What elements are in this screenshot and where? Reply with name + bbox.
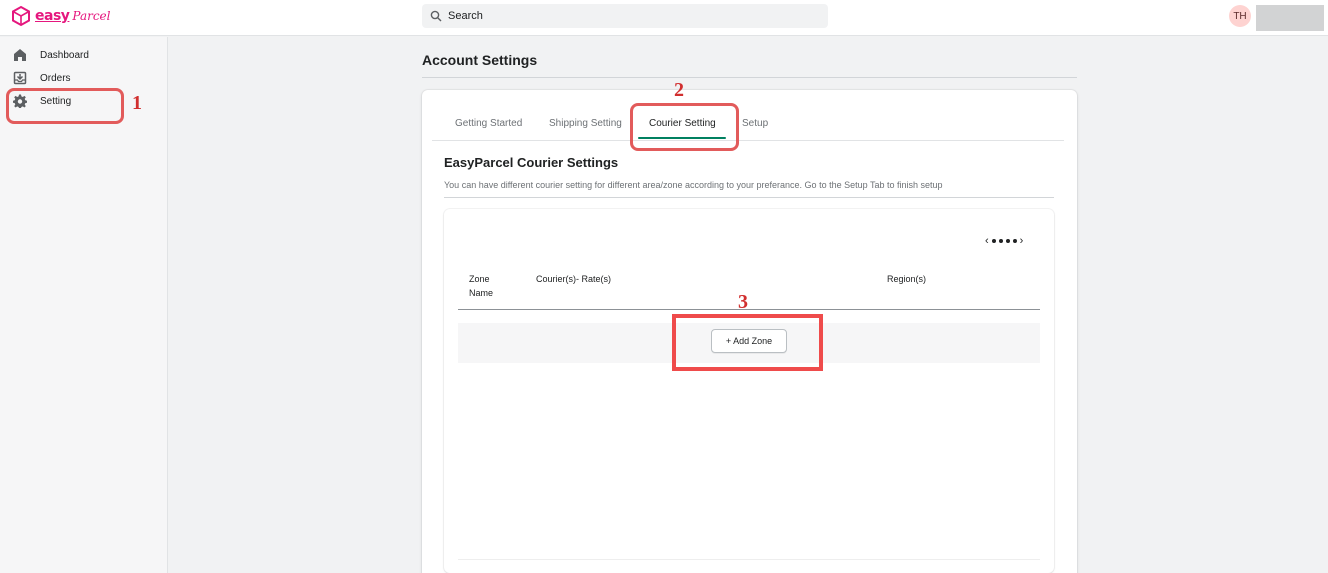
top-bar: easy Parcel Search TH: [0, 0, 1328, 36]
page-title: Account Settings: [422, 52, 538, 68]
sidebar-item-dashboard[interactable]: Dashboard: [12, 47, 89, 63]
page-dot[interactable]: [1005, 239, 1010, 243]
page-dot[interactable]: [998, 239, 1003, 243]
section-title: EasyParcel Courier Settings: [444, 155, 619, 170]
page-dot[interactable]: [991, 239, 996, 243]
chevron-right-icon[interactable]: ›: [1020, 235, 1024, 247]
tab-getting-started[interactable]: Getting Started: [455, 118, 522, 129]
annotation-box-1: [6, 88, 124, 124]
logo-script: Parcel: [72, 9, 111, 23]
pagination: ‹ ›: [985, 235, 1023, 247]
easyparcel-logo[interactable]: easy Parcel: [10, 5, 111, 27]
table-header-divider: [458, 309, 1040, 310]
annotation-number-3: 3: [738, 291, 748, 313]
section-description: You can have different courier setting f…: [444, 180, 943, 190]
column-header-regions: Region(s): [887, 274, 927, 284]
box-logo-icon: [12, 5, 30, 27]
inbox-download-icon: [12, 70, 28, 86]
search-placeholder: Search: [448, 10, 483, 22]
user-menu[interactable]: [1256, 5, 1324, 31]
annotation-box-3: [672, 314, 823, 371]
avatar[interactable]: TH: [1229, 5, 1251, 27]
annotation-number-2: 2: [674, 79, 684, 101]
divider: [432, 140, 1064, 141]
chevron-left-icon[interactable]: ‹: [985, 235, 989, 247]
divider: [422, 77, 1077, 78]
search-icon: [430, 10, 442, 22]
column-header-zone-name: Zone Name: [469, 274, 494, 298]
sidebar-item-label: Orders: [40, 72, 71, 84]
tab-shipping-setting[interactable]: Shipping Setting: [549, 118, 622, 129]
divider: [444, 197, 1054, 198]
annotation-box-2: [630, 103, 739, 151]
logo-text: easy: [35, 8, 70, 24]
page-dot[interactable]: [1012, 239, 1017, 243]
divider: [458, 559, 1040, 560]
sidebar-item-label: Dashboard: [40, 49, 89, 61]
search-input[interactable]: Search: [422, 4, 828, 28]
annotation-number-1: 1: [132, 92, 142, 114]
zone-table-card: [444, 209, 1054, 573]
home-icon: [12, 47, 28, 63]
tab-setup[interactable]: Setup: [742, 118, 768, 129]
column-header-couriers-rates: Courier(s)- Rate(s): [536, 274, 612, 284]
sidebar-item-orders[interactable]: Orders: [12, 70, 71, 86]
